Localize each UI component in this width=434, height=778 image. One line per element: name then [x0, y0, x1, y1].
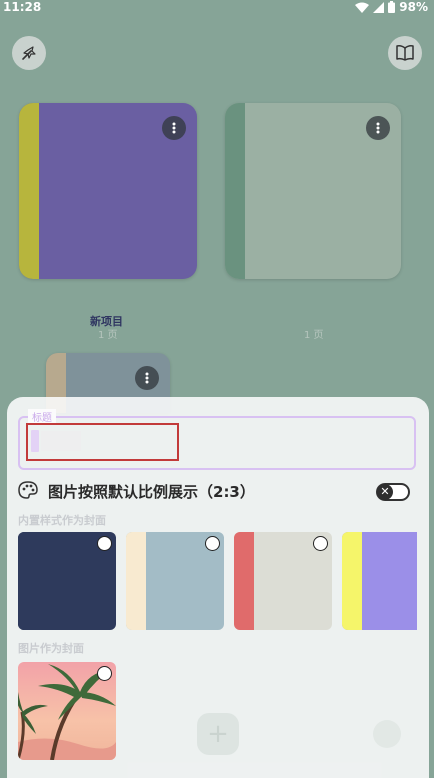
aspect-ratio-row[interactable]: 图片按照默认比例展示（2:3） ✕ [18, 480, 416, 502]
more-menu-button[interactable] [135, 366, 159, 390]
notebook-card[interactable] [19, 103, 197, 279]
palette-icon [18, 481, 38, 499]
battery-icon [388, 1, 396, 13]
notebook-spine [19, 103, 39, 279]
aspect-ratio-label: 图片按照默认比例展示（2:3） [48, 483, 255, 501]
wifi-icon [355, 2, 370, 13]
radio-button[interactable] [313, 536, 328, 551]
status-icons: 98% [355, 0, 428, 14]
image-cover-option[interactable] [18, 662, 116, 760]
status-time: 11:28 [3, 0, 42, 14]
cover-option-navy[interactable] [18, 532, 116, 630]
magic-wand-icon [22, 46, 36, 60]
cover-spine [18, 532, 38, 630]
notebook-page-count: 1 页 [98, 330, 118, 341]
radio-button[interactable] [97, 666, 112, 681]
notebook-card[interactable] [225, 103, 401, 279]
add-button[interactable]: + [197, 713, 239, 755]
close-icon: ✕ [377, 484, 393, 500]
cover-spine [126, 532, 146, 630]
more-menu-button[interactable] [366, 116, 390, 140]
cover-spine [342, 532, 362, 630]
notebook-spine [225, 103, 245, 279]
battery-percent: 98% [399, 0, 428, 14]
secondary-action-button[interactable] [373, 720, 401, 748]
aspect-ratio-toggle[interactable]: ✕ [376, 483, 410, 501]
image-cover-heading: 图片作为封面 [18, 642, 84, 655]
signal-icon [373, 1, 385, 13]
more-menu-button[interactable] [162, 116, 186, 140]
cover-spine [234, 532, 254, 630]
radio-button[interactable] [205, 536, 220, 551]
more-vertical-icon [145, 372, 149, 384]
magic-wand-button[interactable] [12, 36, 46, 70]
more-vertical-icon [172, 122, 176, 134]
radio-button[interactable] [97, 536, 112, 551]
status-bar: 11:28 98% [0, 0, 434, 16]
more-vertical-icon [376, 122, 380, 134]
cover-option-blue[interactable] [126, 532, 224, 630]
book-button[interactable] [388, 36, 422, 70]
highlight-box [26, 423, 179, 461]
builtin-cover-heading: 内置样式作为封面 [18, 514, 106, 527]
title-field-label: 标题 [28, 409, 56, 424]
cover-option-gray[interactable] [234, 532, 332, 630]
notebook-page-count: 1 页 [304, 330, 324, 341]
cover-option-purple[interactable] [342, 532, 417, 630]
book-open-icon [396, 45, 414, 61]
